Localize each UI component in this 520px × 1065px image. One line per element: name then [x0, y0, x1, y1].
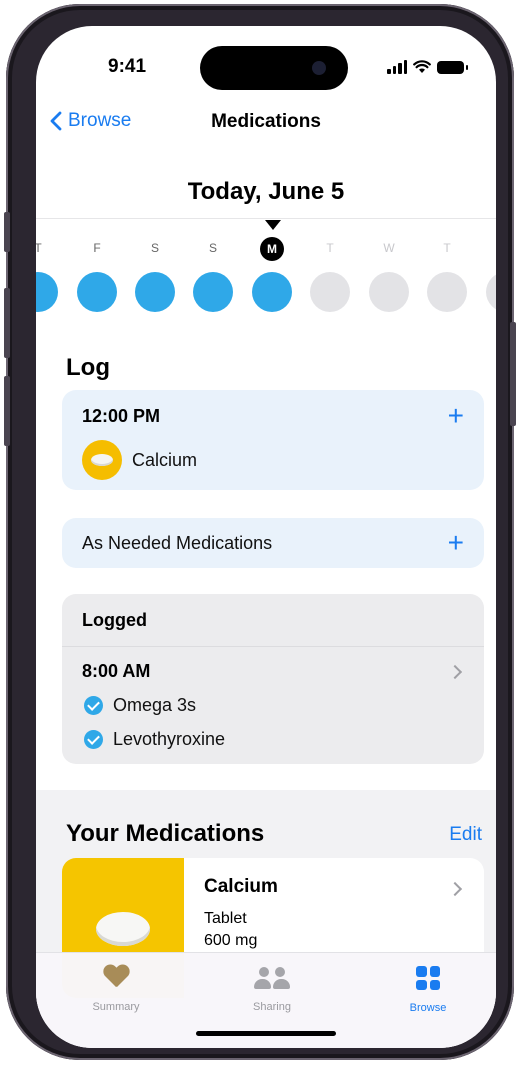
today-day-letter: M	[260, 237, 284, 261]
today-pointer-icon	[265, 220, 281, 230]
day-letter: T	[36, 241, 42, 255]
tab-bar: Summary Sharing Browse	[36, 952, 496, 1048]
checkmark-icon	[84, 696, 103, 715]
day-letter: S	[208, 241, 217, 255]
volume-up-button	[4, 288, 10, 358]
date-header: Today, June 5	[187, 178, 345, 205]
as-needed-card[interactable]: As Needed Medications +	[62, 518, 484, 568]
day-dot[interactable]	[310, 272, 350, 312]
tab-label: Summary	[92, 1001, 140, 1013]
tablet-icon	[96, 912, 150, 946]
power-button	[510, 322, 516, 426]
your-medications-title: Your Medications	[66, 820, 265, 847]
scheduled-dose-card[interactable]: 12:00 PM + Calcium	[62, 390, 484, 490]
week-divider	[36, 218, 496, 219]
logged-item: Levothyroxine	[84, 729, 225, 750]
grid-icon	[416, 966, 440, 990]
logged-entry[interactable]: 8:00 AM Omega 3s Levothyroxine	[62, 647, 484, 764]
day-letter: T	[443, 241, 451, 255]
screen: 9:41 Browse Medications Today, June 5 T F…	[36, 26, 496, 1048]
tab-browse[interactable]: Browse	[378, 963, 478, 1014]
tab-label: Browse	[409, 1002, 447, 1014]
logged-item-name: Levothyroxine	[113, 729, 226, 749]
wifi-icon	[413, 60, 431, 73]
dynamic-island	[200, 46, 348, 90]
heart-icon	[103, 965, 129, 989]
battery-icon	[437, 61, 468, 74]
logged-title: Logged	[82, 610, 147, 630]
day-dot[interactable]	[77, 272, 117, 312]
tab-summary[interactable]: Summary	[66, 963, 166, 1013]
day-letter: F	[494, 241, 496, 255]
logged-time: 8:00 AM	[82, 661, 151, 681]
action-button	[4, 212, 10, 252]
day-dot[interactable]	[193, 272, 233, 312]
home-indicator[interactable]	[196, 1031, 336, 1036]
add-as-needed-button[interactable]: +	[448, 529, 464, 557]
medication-form: Tablet	[204, 910, 247, 927]
day-letter: S	[150, 241, 159, 255]
medication-name: Calcium	[204, 876, 278, 897]
as-needed-label: As Needed Medications	[82, 533, 273, 553]
people-icon	[254, 965, 290, 991]
day-letter: W	[383, 241, 395, 255]
volume-down-button	[4, 376, 10, 446]
day-dot[interactable]	[252, 272, 292, 312]
status-time: 9:41	[108, 56, 147, 77]
cellular-signal-icon	[387, 60, 407, 74]
chevron-right-icon	[447, 664, 463, 680]
day-letter: F	[93, 241, 101, 255]
scheduled-medication: Calcium	[82, 440, 197, 480]
log-title: Log	[66, 354, 110, 381]
logged-item-name: Omega 3s	[113, 695, 197, 715]
phone-frame: 9:41 Browse Medications Today, June 5 T F…	[4, 4, 516, 1060]
day-dot[interactable]	[135, 272, 175, 312]
checkmark-icon	[84, 730, 103, 749]
day-dot[interactable]	[486, 272, 496, 312]
scheduled-time: 12:00 PM	[82, 406, 161, 426]
logged-item: Omega 3s	[84, 695, 196, 716]
tab-label: Sharing	[253, 1001, 291, 1013]
pill-icon	[82, 440, 122, 480]
add-dose-button[interactable]: +	[448, 402, 464, 430]
day-letter: T	[326, 241, 334, 255]
medication-dose: 600 mg	[204, 932, 258, 949]
day-dot[interactable]	[369, 272, 409, 312]
day-dot[interactable]	[427, 272, 467, 312]
logged-card: Logged 8:00 AM Omega 3s Levothyroxine	[62, 594, 484, 764]
camera-icon	[312, 61, 326, 75]
nav-title: Medications	[211, 111, 321, 132]
scheduled-medication-name: Calcium	[132, 449, 198, 470]
tab-sharing[interactable]: Sharing	[222, 963, 322, 1013]
edit-button[interactable]: Edit	[449, 824, 482, 846]
chevron-right-icon	[447, 881, 463, 897]
day-dot[interactable]	[36, 272, 58, 312]
status-icons	[387, 60, 468, 74]
